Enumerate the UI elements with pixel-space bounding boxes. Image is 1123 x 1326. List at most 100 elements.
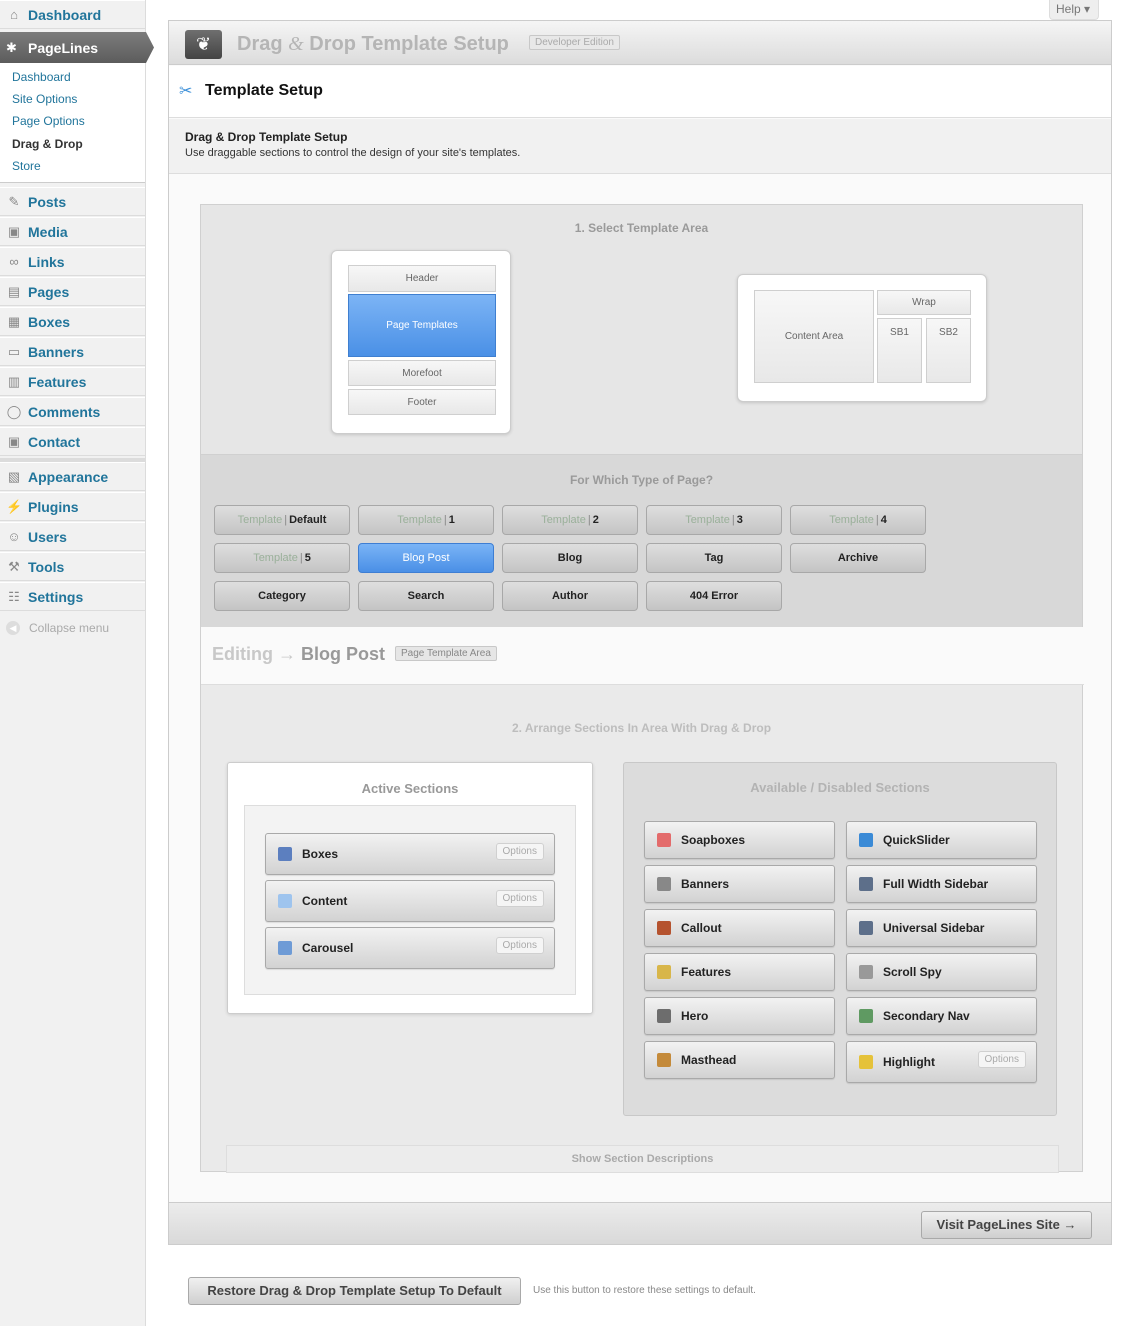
available-section-soapboxes[interactable]: Soapboxes	[644, 821, 835, 859]
editing-prefix: Editing →	[212, 644, 296, 664]
template-5-button[interactable]: Template | 5	[214, 543, 350, 573]
area-header[interactable]: Header	[348, 265, 496, 292]
template-default-button[interactable]: Template | Default	[214, 505, 350, 535]
type-category-button[interactable]: Category	[214, 581, 350, 611]
menu-contact[interactable]: ▣ Contact	[0, 427, 145, 456]
menu-pagelines[interactable]: ✱ PageLines	[0, 32, 154, 63]
template-id: 2	[592, 514, 599, 526]
available-section-universal-sidebar[interactable]: Universal Sidebar	[846, 909, 1037, 947]
active-section-carousel[interactable]: Carousel Options	[265, 927, 555, 969]
template-4-button[interactable]: Template | 4	[790, 505, 926, 535]
template-2-button[interactable]: Template | 2	[502, 505, 638, 535]
menu-comments[interactable]: ◯ Comments	[0, 397, 145, 426]
setup-description: Drag & Drop Template Setup Use draggable…	[169, 119, 1111, 174]
section-label: QuickSlider	[883, 833, 950, 847]
visit-pagelines-button[interactable]: Visit PageLines Site →	[921, 1211, 1092, 1239]
area-sb1[interactable]: SB1	[877, 318, 922, 383]
type-search-button[interactable]: Search	[358, 581, 494, 611]
available-section-masthead[interactable]: Masthead	[644, 1041, 835, 1079]
panel-footer: Visit PageLines Site →	[169, 1202, 1111, 1244]
home-icon: ⌂	[10, 6, 18, 22]
available-section-highlight[interactable]: Highlight Options	[846, 1041, 1037, 1083]
menu-features[interactable]: ▥ Features	[0, 367, 145, 396]
area-footer[interactable]: Footer	[348, 389, 496, 415]
content-layout-card: Content Area Wrap SB1 SB2	[737, 274, 987, 402]
type-404-button[interactable]: 404 Error	[646, 581, 782, 611]
available-section-full-width-sidebar[interactable]: Full Width Sidebar	[846, 865, 1037, 903]
available-section-hero[interactable]: Hero	[644, 997, 835, 1035]
section-label: Masthead	[681, 1053, 737, 1067]
submenu-store[interactable]: Store	[12, 159, 41, 173]
settings-icon: ☷	[8, 588, 20, 604]
menu-settings[interactable]: ☷ Settings	[0, 582, 145, 611]
setup-heading: ✂ Template Setup	[169, 66, 1111, 118]
available-section-banners[interactable]: Banners	[644, 865, 835, 903]
area-content[interactable]: Content Area	[754, 290, 874, 383]
type-archive-button[interactable]: Archive	[790, 543, 926, 573]
menu-dashboard[interactable]: ⌂ Dashboard	[0, 0, 145, 29]
area-wrap[interactable]: Wrap	[877, 290, 971, 315]
submenu-dashboard[interactable]: Dashboard	[12, 70, 71, 84]
menu-label: Posts	[28, 193, 67, 210]
menu-pages[interactable]: ▤ Pages	[0, 277, 145, 306]
features-icon: ▥	[7, 373, 21, 389]
menu-links[interactable]: ∞ Links	[0, 247, 145, 276]
active-sections-dropzone[interactable]: Boxes Options Content Options Carousel O…	[244, 805, 576, 995]
media-icon: ▣	[7, 223, 21, 239]
section-label: Full Width Sidebar	[883, 877, 989, 891]
help-button[interactable]: Help ▾	[1049, 0, 1099, 20]
collapse-menu[interactable]: ◀ Collapse menu	[6, 621, 109, 635]
active-section-content[interactable]: Content Options	[265, 880, 555, 922]
options-button[interactable]: Options	[495, 937, 544, 954]
type-author-button[interactable]: Author	[502, 581, 638, 611]
available-section-callout[interactable]: Callout	[644, 909, 835, 947]
show-descriptions-button[interactable]: Show Section Descriptions	[226, 1145, 1059, 1173]
available-section-quickslider[interactable]: QuickSlider	[846, 821, 1037, 859]
area-page-templates[interactable]: Page Templates	[348, 294, 496, 357]
available-section-scroll-spy[interactable]: Scroll Spy	[846, 953, 1037, 991]
features-icon	[657, 965, 671, 979]
options-button[interactable]: Options	[495, 890, 544, 907]
template-id: Default	[289, 514, 327, 526]
template-word: Template	[253, 552, 298, 564]
menu-media[interactable]: ▣ Media	[0, 217, 145, 246]
menu-tools[interactable]: ⚒ Tools	[0, 552, 145, 581]
section-label: Secondary Nav	[883, 1009, 970, 1023]
area-sb2[interactable]: SB2	[926, 318, 971, 383]
template-3-button[interactable]: Template | 3	[646, 505, 782, 535]
page-layout-card: Header Page Templates Morefoot Footer	[331, 250, 511, 434]
template-id: 5	[304, 552, 311, 564]
pin-icon: ✎	[8, 193, 20, 209]
menu-boxes[interactable]: ▦ Boxes	[0, 307, 145, 336]
type-tag-button[interactable]: Tag	[646, 543, 782, 573]
menu-appearance[interactable]: ▧ Appearance	[0, 462, 145, 491]
editing-header: Editing → Blog Post Page Template Area	[201, 627, 1084, 685]
type-blog-button[interactable]: Blog	[502, 543, 638, 573]
menu-banners[interactable]: ▭ Banners	[0, 337, 145, 366]
available-sections-panel[interactable]: Available / Disabled Sections Soapboxes …	[623, 762, 1057, 1116]
type-blog-post-button[interactable]: Blog Post	[358, 543, 494, 573]
menu-posts[interactable]: ✎ Posts	[0, 187, 145, 216]
menu-label: Plugins	[28, 498, 79, 515]
submenu-site-options[interactable]: Site Options	[12, 92, 77, 106]
page-type-selector: For Which Type of Page? Template | Default…	[200, 455, 1083, 627]
menu-users[interactable]: ☺ Users	[0, 522, 145, 551]
menu-plugins[interactable]: ⚡ Plugins	[0, 492, 145, 521]
template-1-button[interactable]: Template | 1	[358, 505, 494, 535]
active-sections-title: Active Sections	[361, 781, 459, 796]
available-section-secondary-nav[interactable]: Secondary Nav	[846, 997, 1037, 1035]
editing-target: Blog Post	[301, 644, 386, 664]
menu-label: Pages	[28, 283, 70, 300]
area-morefoot[interactable]: Morefoot	[348, 360, 496, 386]
options-button[interactable]: Options	[977, 1051, 1026, 1068]
submenu-drag-drop[interactable]: Drag & Drop	[12, 137, 83, 151]
main-panel: ❦ Drag & Drop Template Setup Developer E…	[168, 20, 1112, 1245]
title-part: Drag	[237, 33, 289, 55]
section-label: Banners	[681, 877, 730, 891]
options-button[interactable]: Options	[495, 843, 544, 860]
available-section-features[interactable]: Features	[644, 953, 835, 991]
restore-default-button[interactable]: Restore Drag & Drop Template Setup To De…	[188, 1277, 521, 1305]
active-section-boxes[interactable]: Boxes Options	[265, 833, 555, 875]
appearance-icon: ▧	[7, 468, 21, 484]
submenu-page-options[interactable]: Page Options	[12, 114, 85, 128]
